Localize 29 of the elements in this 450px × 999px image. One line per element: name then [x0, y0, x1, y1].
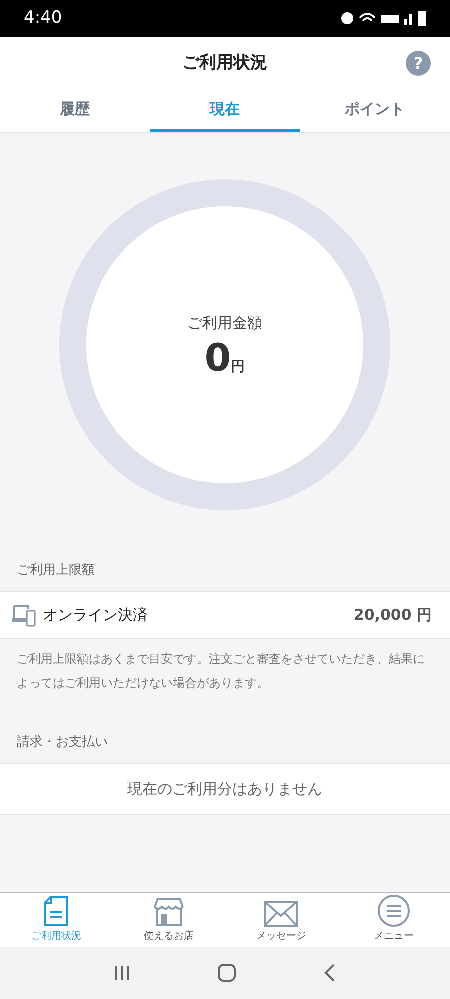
devices-icon	[12, 603, 36, 627]
billing-message: 現在のご利用分はありません	[128, 778, 322, 800]
help-icon[interactable]: ?	[406, 51, 431, 76]
status-time: 4:40	[24, 6, 62, 30]
nav-item[interactable]: メニュー	[338, 893, 450, 947]
section-heading: ご利用上限額	[17, 563, 95, 578]
tab[interactable]: 現在	[150, 90, 300, 132]
page-title: ご利用状況	[182, 52, 268, 75]
recent-apps-icon[interactable]	[114, 965, 130, 981]
currency-unit: 円	[231, 358, 246, 377]
nav-item[interactable]: 使えるお店	[112, 893, 225, 947]
usage-label: ご利用金額	[188, 313, 262, 334]
tab[interactable]: ポイント	[300, 90, 450, 132]
home-icon[interactable]	[218, 964, 236, 982]
section-heading: 請求・お支払い	[17, 735, 108, 750]
usage-amount: 0	[204, 338, 232, 377]
limit-value: 20,000 円	[354, 604, 432, 626]
battery-icon	[418, 11, 426, 26]
menu-icon	[378, 895, 410, 927]
limit-name: オンライン決済	[43, 604, 148, 626]
nav-item[interactable]: ご利用状況	[0, 893, 112, 947]
tab[interactable]: 履歴	[0, 90, 150, 132]
mail-icon	[264, 901, 298, 927]
signal-icon	[404, 12, 413, 24]
back-icon[interactable]	[324, 964, 336, 982]
store-icon	[152, 897, 186, 927]
nav-item[interactable]: メッセージ	[225, 893, 338, 947]
limit-note: ご利用上限額はあくまで目安です。注文ごと審査をさせていただき、結果によってはご利用いただけない場合があります。	[16, 651, 426, 692]
document-icon	[43, 895, 70, 927]
